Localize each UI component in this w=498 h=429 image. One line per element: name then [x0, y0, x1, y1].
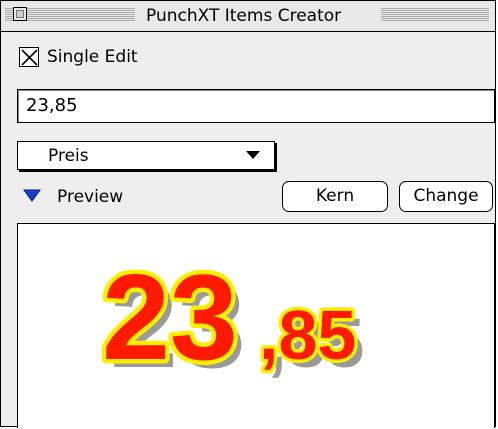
price-input[interactable]: 23,85: [17, 89, 495, 123]
title-bar-stripes-right: [381, 8, 489, 22]
field-select-value: Preis: [48, 146, 89, 166]
preview-main-text: 23: [102, 249, 238, 385]
preview-sub-text: ,85: [259, 296, 356, 374]
change-button[interactable]: Change: [399, 181, 493, 212]
field-select-dropdown[interactable]: Preis: [17, 141, 275, 170]
single-edit-checkbox[interactable]: [19, 47, 39, 67]
kern-button[interactable]: Kern: [282, 181, 388, 212]
preview-pane: 23 ,85 23 ,85 23 ,85: [17, 223, 495, 428]
close-box-icon[interactable]: [13, 7, 27, 21]
title-bar[interactable]: PunchXT Items Creator: [1, 1, 495, 32]
single-edit-label: Single Edit: [47, 47, 138, 67]
items-creator-window: PunchXT Items Creator Single Edit 23,85 …: [0, 0, 496, 428]
disclosure-triangle-icon[interactable]: [23, 189, 43, 203]
preview-label: Preview: [57, 187, 124, 207]
dropdown-arrow-icon: [246, 151, 260, 159]
price-preview-graphic: 23 ,85 23 ,85 23 ,85: [98, 245, 365, 394]
price-input-value: 23,85: [26, 95, 78, 116]
window-title: PunchXT Items Creator: [136, 6, 352, 26]
checkbox-x-icon: [21, 49, 38, 66]
